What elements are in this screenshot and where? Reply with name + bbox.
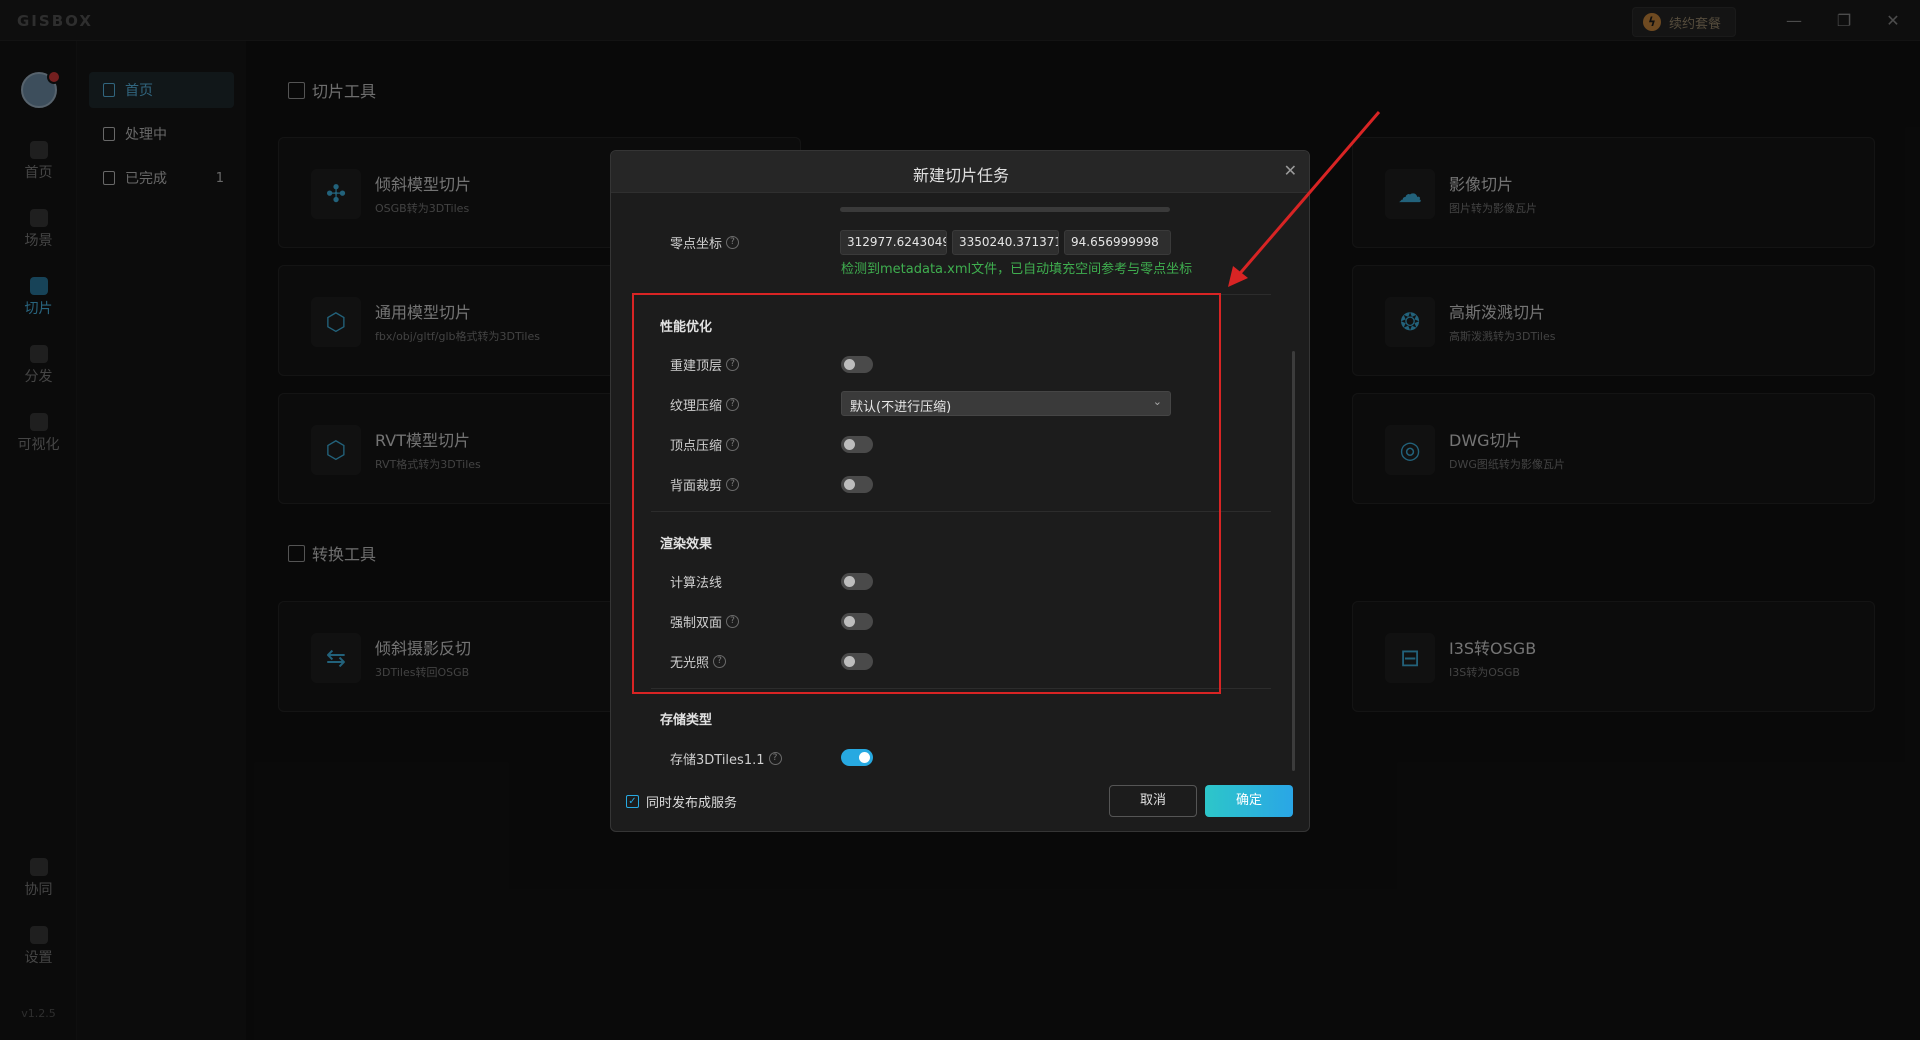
app-window: GISBOX ϟ 续约套餐 — ❐ ✕ 首页 场景 切片 分发 可视化 协同 设… bbox=[0, 0, 1920, 1040]
toggle-knob bbox=[859, 752, 870, 763]
close-icon[interactable]: ✕ bbox=[1284, 161, 1297, 180]
metadata-detected-hint: 检测到metadata.xml文件，已自动填充空间参考与零点坐标 bbox=[841, 262, 1193, 277]
confirm-button[interactable]: 确定 bbox=[1205, 785, 1293, 817]
dialog-title: 新建切片任务 bbox=[912, 166, 1009, 185]
storage-group-title: 存储类型 bbox=[660, 713, 713, 728]
zero-point-x-input[interactable]: 312977.6243049 bbox=[840, 230, 947, 255]
zero-point-z-input[interactable]: 94.656999998 bbox=[1064, 230, 1171, 255]
publish-service-checkbox[interactable]: ✓ 同时发布成服务 bbox=[626, 792, 737, 811]
publish-service-label: 同时发布成服务 bbox=[646, 796, 738, 811]
dialog-scrollbar[interactable] bbox=[1292, 351, 1295, 771]
annotation-highlight-box bbox=[632, 293, 1221, 694]
scrolled-field-edge bbox=[840, 207, 1170, 212]
zero-point-label: 零点坐标? bbox=[670, 233, 740, 252]
dialog-header: 新建切片任务 ✕ bbox=[611, 151, 1309, 193]
store-3dtiles-toggle[interactable] bbox=[841, 749, 873, 766]
store-3dtiles-label: 存储3DTiles1.1? bbox=[670, 749, 782, 768]
checkbox-check-icon: ✓ bbox=[626, 795, 639, 808]
zero-point-y-input[interactable]: 3350240.371371 bbox=[952, 230, 1059, 255]
cancel-button[interactable]: 取消 bbox=[1109, 785, 1197, 817]
help-icon[interactable]: ? bbox=[726, 236, 740, 249]
help-icon[interactable]: ? bbox=[768, 752, 782, 765]
